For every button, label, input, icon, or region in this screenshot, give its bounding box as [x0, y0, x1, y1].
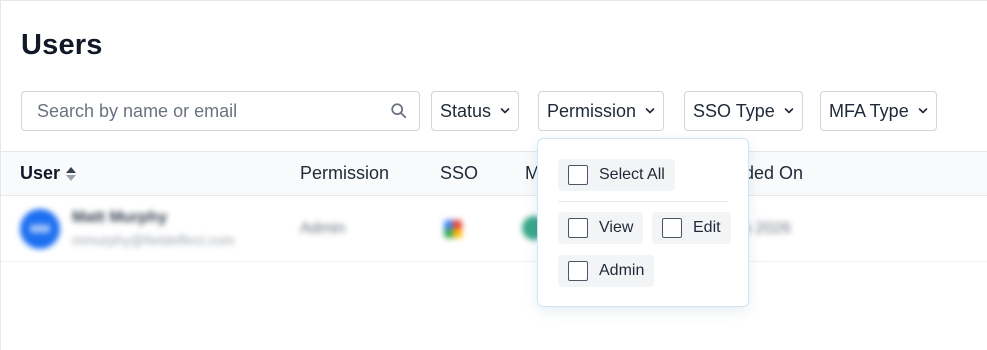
table-row[interactable]: MM Matt Murphy mmurphy@fieldeffect.com A…: [1, 196, 987, 262]
column-header-permission[interactable]: Permission: [300, 152, 389, 195]
search-input[interactable]: [22, 92, 382, 130]
mfa-type-filter-label: MFA Type: [829, 100, 909, 121]
chevron-down-icon: [500, 108, 510, 114]
chevron-down-icon: [645, 108, 655, 114]
permission-option-admin[interactable]: Admin: [558, 255, 655, 287]
permission-option-edit[interactable]: Edit: [652, 212, 731, 244]
page-title: Users: [21, 29, 103, 61]
permission-option-label: View: [599, 219, 634, 236]
column-header-sso[interactable]: SSO: [440, 152, 478, 195]
sort-ascending-icon[interactable]: [66, 166, 77, 181]
permission-filter-button[interactable]: Permission: [538, 91, 665, 131]
status-filter-button[interactable]: Status: [431, 91, 520, 131]
permission-option-label: Edit: [693, 219, 721, 236]
status-filter-label: Status: [440, 100, 492, 121]
user-email: mmurphy@fieldeffect.com: [72, 232, 235, 248]
sso-type-filter-button[interactable]: SSO Type: [684, 91, 803, 131]
chevron-down-icon: [918, 108, 928, 114]
mfa-type-filter-button[interactable]: MFA Type: [820, 91, 937, 131]
permission-option-view[interactable]: View: [558, 212, 644, 244]
search-icon[interactable]: [390, 102, 408, 120]
sso-type-filter-label: SSO Type: [693, 100, 775, 121]
permission-option-label: Admin: [599, 262, 645, 279]
column-header-user[interactable]: User: [20, 152, 77, 195]
select-all-label: Select All: [599, 166, 665, 183]
permission-filter-label: Permission: [547, 100, 637, 121]
avatar: MM: [20, 209, 60, 249]
google-sso-icon: [444, 220, 462, 238]
permission-filter-dropdown: Select All View Edit Admin: [537, 138, 749, 307]
checkbox[interactable]: [568, 218, 588, 238]
user-permission: Admin: [300, 220, 346, 237]
search-box[interactable]: [21, 91, 420, 131]
table-header: User Permission SSO M dded On: [1, 151, 987, 196]
dropdown-divider: [558, 201, 728, 202]
chevron-down-icon: [784, 108, 794, 114]
checkbox[interactable]: [568, 261, 588, 281]
checkbox[interactable]: [662, 218, 682, 238]
column-header-user-label: User: [20, 163, 61, 183]
checkbox[interactable]: [568, 165, 588, 185]
user-name: Matt Murphy: [72, 209, 168, 226]
select-all-option[interactable]: Select All: [558, 159, 675, 191]
